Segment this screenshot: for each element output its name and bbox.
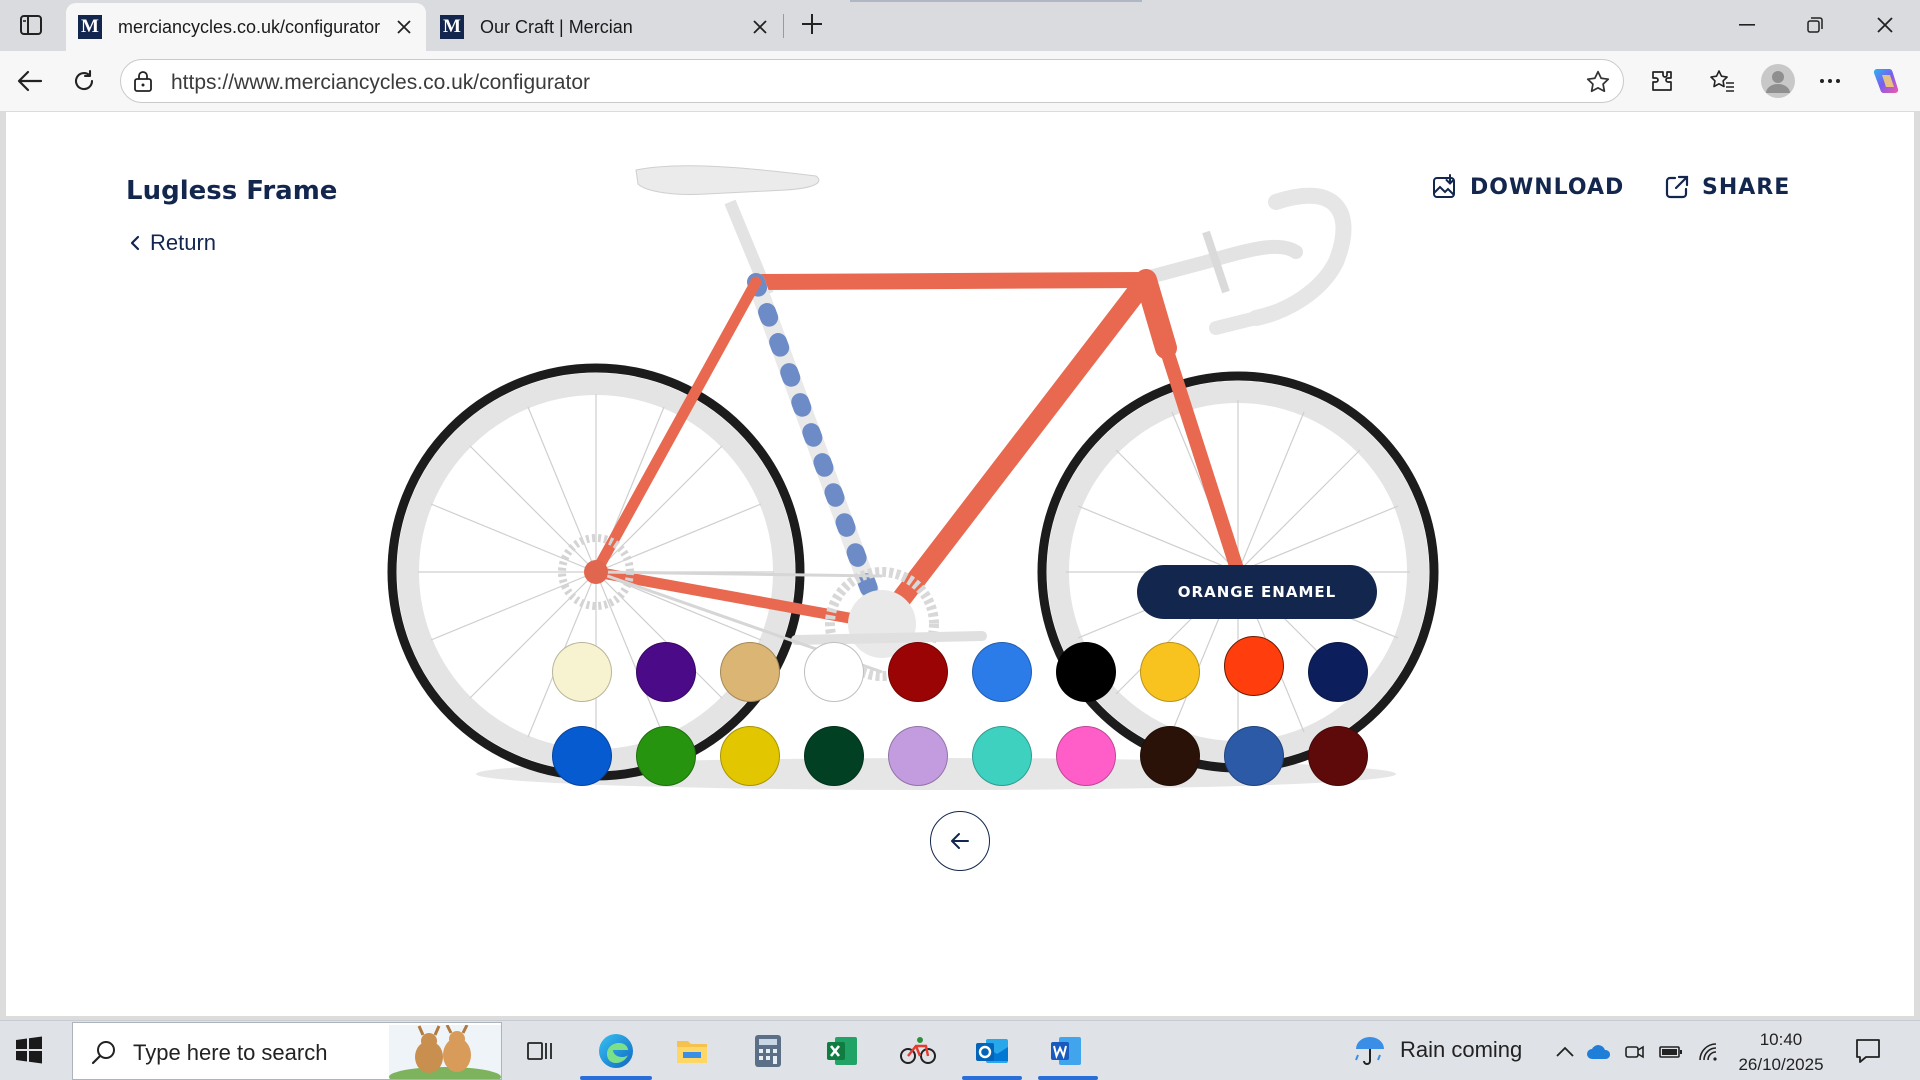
outlook-icon[interactable] — [972, 1031, 1012, 1071]
bike-preview-image: MERCIAN — [387, 165, 1439, 790]
close-window-icon[interactable] — [1862, 8, 1908, 42]
active-app-indicator — [580, 1076, 652, 1080]
color-swatch[interactable] — [1308, 642, 1368, 702]
wifi-icon[interactable] — [1696, 1039, 1722, 1065]
bike-decal-text: MERCIAN — [970, 291, 1088, 424]
search-placeholder: Type here to search — [133, 1040, 328, 1065]
browser-tab-strip: M merciancycles.co.uk/configurator M Our… — [0, 0, 1920, 51]
new-tab-icon[interactable] — [796, 8, 828, 40]
selected-color-tooltip: ORANGE ENAMEL — [1137, 565, 1377, 619]
tab-our-craft[interactable]: M Our Craft | Mercian — [428, 3, 782, 51]
download-label: DOWNLOAD — [1470, 174, 1625, 200]
configurator-page: Lugless Frame Return DOWNLOAD SHARE MERC… — [6, 112, 1914, 1016]
color-swatch[interactable] — [888, 642, 948, 702]
color-swatch[interactable] — [1056, 642, 1116, 702]
favorite-star-icon[interactable] — [1585, 69, 1611, 100]
color-swatch[interactable] — [720, 642, 780, 702]
share-button[interactable]: SHARE — [1664, 174, 1790, 200]
notification-center-icon[interactable] — [1854, 1037, 1882, 1070]
calculator-icon[interactable] — [748, 1031, 788, 1071]
lock-icon[interactable] — [133, 70, 153, 97]
weather-text: Rain coming — [1400, 1037, 1523, 1062]
minimize-icon[interactable] — [1724, 8, 1770, 42]
onedrive-icon[interactable] — [1586, 1039, 1612, 1065]
color-swatch[interactable] — [1308, 726, 1368, 786]
mercian-favicon-icon: M — [78, 15, 102, 39]
restore-icon[interactable] — [1792, 8, 1838, 42]
favorites-icon[interactable] — [1704, 63, 1740, 99]
search-highlight-illustration — [389, 1025, 501, 1079]
color-swatch[interactable] — [636, 726, 696, 786]
refresh-icon[interactable] — [66, 63, 102, 99]
more-options-icon[interactable] — [1812, 63, 1848, 99]
color-swatch[interactable] — [972, 642, 1032, 702]
chevron-up-icon[interactable] — [1552, 1039, 1578, 1065]
mercian-favicon-icon: M — [440, 15, 464, 39]
back-icon[interactable] — [12, 63, 48, 99]
color-swatch[interactable] — [636, 642, 696, 702]
share-external-icon — [1665, 175, 1689, 199]
color-swatch[interactable] — [1224, 636, 1284, 696]
search-icon — [91, 1039, 117, 1070]
open-app-indicator — [1038, 1076, 1098, 1080]
profile-avatar[interactable] — [1758, 61, 1798, 101]
extensions-icon[interactable] — [1644, 63, 1680, 99]
tab-divider — [783, 14, 784, 38]
tab-configurator[interactable]: M merciancycles.co.uk/configurator — [66, 3, 426, 51]
file-explorer-icon[interactable] — [672, 1031, 712, 1071]
share-label: SHARE — [1702, 174, 1791, 200]
cycling-app-icon[interactable] — [898, 1031, 938, 1071]
windows-start-icon[interactable] — [14, 1035, 46, 1067]
color-swatch[interactable] — [888, 726, 948, 786]
page-title: Lugless Frame — [126, 176, 338, 206]
color-swatch[interactable] — [1140, 726, 1200, 786]
tab-title: Our Craft | Mercian — [480, 16, 633, 37]
color-swatch[interactable] — [804, 642, 864, 702]
sidebar-toggle-icon[interactable] — [14, 10, 48, 40]
color-swatch[interactable] — [552, 726, 612, 786]
tab-loading-indicator — [850, 0, 1142, 2]
system-clock[interactable]: 10:40 26/10/2025 — [1736, 1027, 1826, 1077]
clock-time: 10:40 — [1759, 1030, 1803, 1049]
taskbar-search-box[interactable]: Type here to search — [72, 1022, 502, 1080]
close-tab-icon[interactable] — [748, 15, 772, 39]
battery-icon[interactable] — [1658, 1039, 1684, 1065]
excel-icon[interactable] — [822, 1031, 862, 1071]
chevron-left-icon — [130, 235, 140, 251]
color-swatch[interactable] — [972, 726, 1032, 786]
url-text: https://www.merciancycles.co.uk/configur… — [171, 71, 590, 94]
clock-date: 26/10/2025 — [1738, 1055, 1824, 1074]
return-label: Return — [150, 230, 217, 255]
color-swatch[interactable] — [720, 726, 780, 786]
weather-widget[interactable]: Rain coming — [1352, 1033, 1522, 1067]
umbrella-rain-icon — [1355, 1037, 1384, 1065]
address-bar[interactable]: https://www.merciancycles.co.uk/configur… — [120, 59, 1624, 103]
meet-now-icon[interactable] — [1622, 1039, 1648, 1065]
color-swatch[interactable] — [1056, 726, 1116, 786]
return-link[interactable]: Return — [130, 230, 216, 256]
color-swatch[interactable] — [1224, 726, 1284, 786]
word-icon[interactable] — [1046, 1031, 1086, 1071]
browser-toolbar: https://www.merciancycles.co.uk/configur… — [0, 51, 1920, 111]
edge-icon[interactable] — [596, 1031, 636, 1071]
open-app-indicator — [962, 1076, 1022, 1080]
task-view-icon[interactable] — [520, 1031, 560, 1071]
color-swatch[interactable] — [552, 642, 612, 702]
copilot-icon[interactable] — [1868, 63, 1904, 99]
color-swatch[interactable] — [804, 726, 864, 786]
windows-taskbar: Type here to search Rain coming 10:40 26… — [0, 1020, 1920, 1080]
arrow-left-icon — [951, 833, 969, 849]
color-swatch[interactable] — [1140, 642, 1200, 702]
tab-title: merciancycles.co.uk/configurator — [118, 16, 381, 37]
close-tab-icon[interactable] — [392, 15, 416, 39]
previous-step-button[interactable] — [930, 811, 990, 871]
